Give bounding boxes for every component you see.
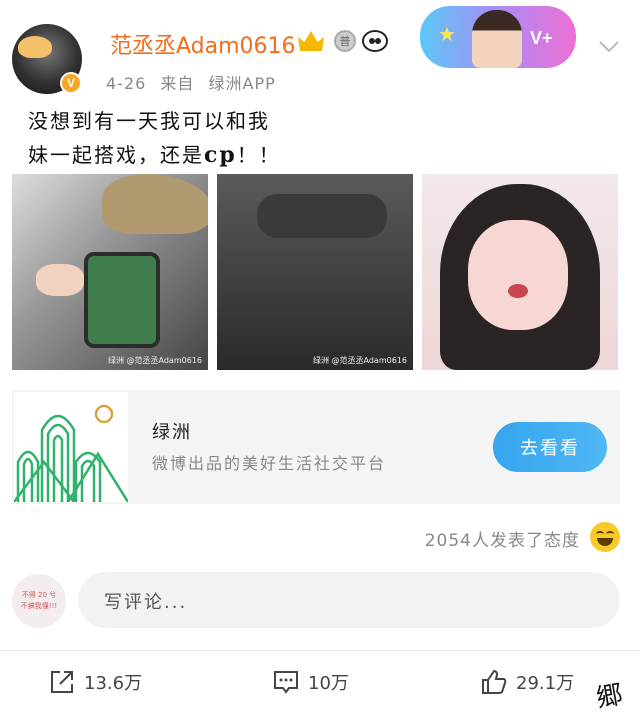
vip-label: V+: [530, 28, 553, 48]
post-photo-1[interactable]: 绿洲 @范丞丞Adam0616: [12, 174, 208, 370]
card-subtitle: 微博出品的美好生活社交平台: [152, 454, 387, 473]
share-icon: [51, 671, 73, 693]
cat-decoration-icon: [18, 36, 52, 58]
card-title: 绿洲: [152, 422, 192, 443]
photo-grid: 绿洲 @范丞丞Adam0616 绿洲 @范丞丞Adam0616: [12, 174, 618, 372]
comment-button[interactable]: 10万: [272, 666, 349, 698]
thumbs-up-icon: [482, 669, 507, 694]
photo-watermark: 绿洲 @范丞丞Adam0616: [312, 356, 407, 365]
comment-placeholder: 写评论...: [104, 592, 188, 613]
post-line-2-bold: cp: [204, 142, 237, 168]
reaction-count[interactable]: 2054人发表了态度: [425, 526, 580, 551]
post-text: 没想到有一天我可以和我 妹一起搭戏，还是cp！！: [28, 104, 388, 172]
post-line-2-start: 妹一起搭戏，还是: [28, 143, 204, 167]
post-date: 4-26: [106, 74, 147, 93]
post-line-2-end: ！！: [236, 143, 281, 167]
photo-watermark: 绿洲 @范丞丞Adam0616: [107, 356, 202, 365]
laughing-emoji-icon[interactable]: [590, 522, 620, 552]
my-avatar[interactable]: 不得 20 兮 不搞我懂!!!: [12, 574, 66, 628]
post-header: V 范丞丞Adam0616 普 ★ V+ 4-26 来自 绿洲APP: [0, 0, 640, 100]
verified-badge-icon: V: [60, 72, 82, 94]
comment-input[interactable]: 写评论...: [78, 572, 620, 628]
post-line-2: 妹一起搭戏，还是cp！！: [28, 138, 388, 172]
post-meta: 4-26 来自 绿洲APP: [106, 70, 284, 94]
post-line-1: 没想到有一天我可以和我: [28, 109, 270, 133]
avatar-text-2: 不搞我懂!!!: [20, 602, 58, 610]
comment-icon: [274, 671, 298, 694]
chevron-down-icon[interactable]: [597, 34, 621, 58]
vip-portrait: [472, 10, 522, 68]
like-count: 29.1万: [516, 673, 575, 694]
medal-icon[interactable]: 普: [330, 28, 360, 54]
divider: [0, 650, 640, 651]
post-photo-2[interactable]: 绿洲 @范丞丞Adam0616: [217, 174, 413, 370]
star-icon: ★: [438, 22, 456, 46]
open-app-button[interactable]: 去看看: [493, 422, 607, 472]
post-source[interactable]: 绿洲APP: [209, 74, 276, 93]
repost-button[interactable]: 13.6万: [48, 666, 142, 698]
vip-banner[interactable]: ★ V+: [420, 6, 576, 68]
panda-icon[interactable]: [360, 28, 390, 54]
post-photo-3[interactable]: [422, 174, 618, 370]
signature-watermark: 郷: [594, 679, 625, 714]
username[interactable]: 范丞丞Adam0616: [110, 28, 296, 60]
comment-count: 10万: [308, 673, 349, 694]
app-card[interactable]: 绿洲 微博出品的美好生活社交平台 去看看: [12, 390, 620, 504]
oasis-logo-icon: [14, 392, 128, 502]
repost-count: 13.6万: [84, 673, 143, 694]
like-button[interactable]: 29.1万: [480, 666, 574, 698]
source-prefix: 来自: [160, 74, 195, 93]
avatar-text-1: 不得 20 兮: [21, 591, 57, 599]
crown-icon[interactable]: [296, 28, 326, 54]
